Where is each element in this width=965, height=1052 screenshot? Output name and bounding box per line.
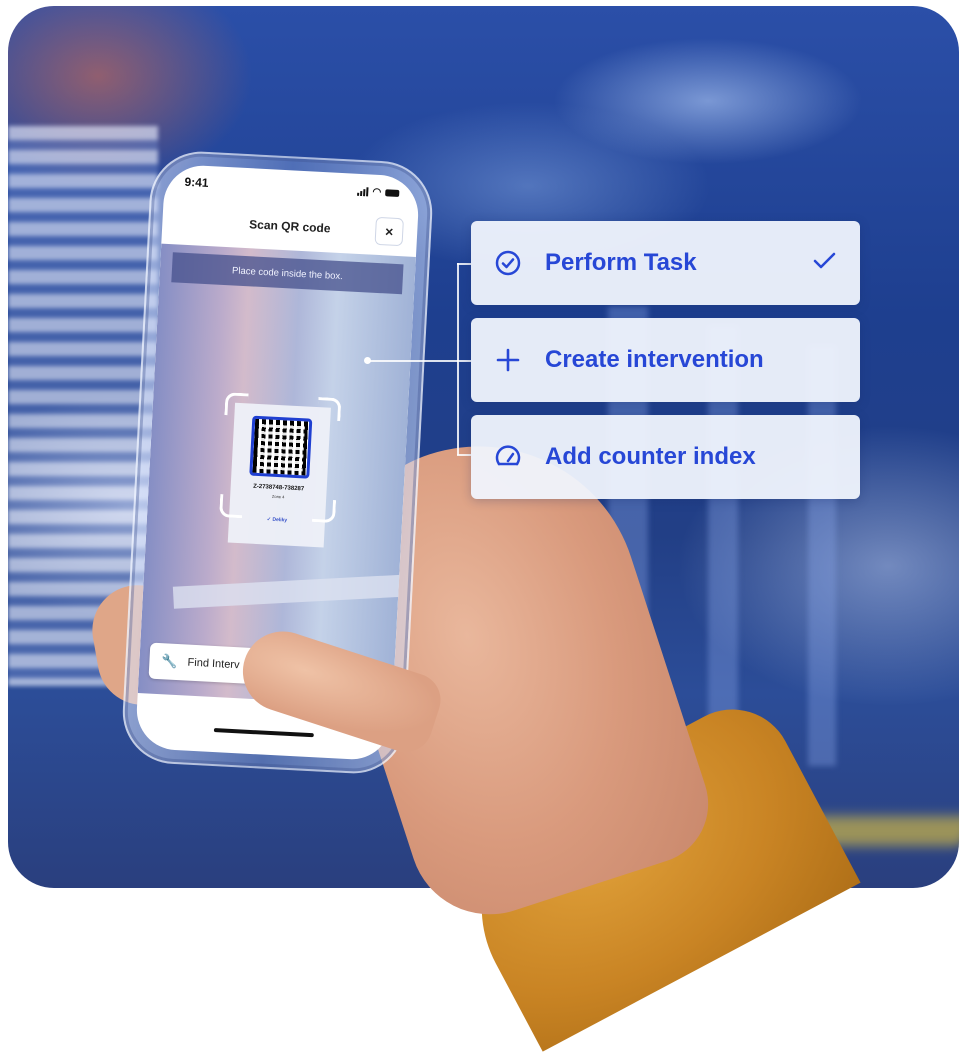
action-label: Add counter index [545,443,756,470]
connector-line [370,360,458,362]
action-add-counter-index[interactable]: Add counter index [471,415,860,499]
signal-icon [357,186,369,196]
checkmark-icon [810,247,838,280]
action-perform-task[interactable]: Perform Task [471,221,860,305]
battery-icon [385,188,400,197]
scan-corner [224,392,249,417]
connector-line [457,263,459,455]
status-time: 9:41 [184,174,209,190]
scan-corner [317,397,342,422]
asset-code: Z-2738748-738287 [253,483,305,493]
close-icon: × [384,223,394,240]
scene-beam [172,574,404,609]
wifi-icon: ◠ [372,186,382,198]
connector-tick [457,454,471,456]
screen-title: Scan QR code [248,217,331,236]
check-circle-icon [493,248,523,278]
scan-corner [219,494,244,519]
gauge-icon [493,442,523,472]
connector-tick [457,263,471,265]
warehouse-pillar [808,346,836,766]
asset-zone: Zone 4 [271,493,285,500]
home-indicator [213,728,314,738]
scan-frame: Z-2738748-738287 Zone 4 ✓ Deliky [219,392,342,548]
qr-code-icon [249,415,313,479]
asset-brand: ✓ Deliky [266,516,288,524]
action-label: Perform Task [545,249,697,276]
close-button[interactable]: × [374,216,404,247]
action-label: Create intervention [545,346,764,373]
asset-label: Z-2738748-738287 Zone 4 ✓ Deliky [227,402,331,548]
plus-icon [493,345,523,375]
connector-tick [457,360,471,362]
action-create-intervention[interactable]: Create intervention [471,318,860,402]
wrench-icon: 🔧 [161,653,179,670]
find-button-label: Find Interv [187,656,240,672]
scan-corner [311,498,337,524]
status-icons: ◠ [357,185,400,198]
